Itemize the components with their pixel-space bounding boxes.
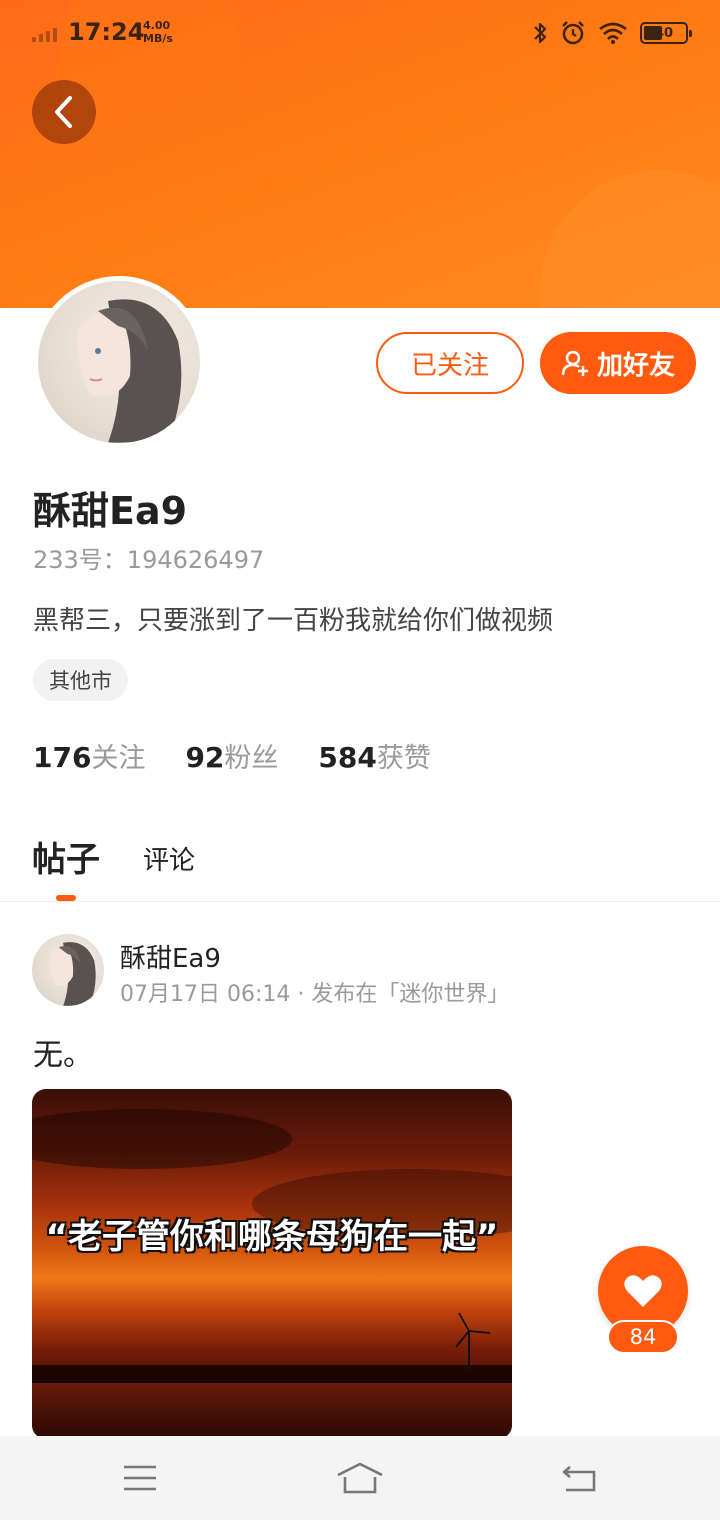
like-count: 84	[607, 1320, 679, 1354]
profile-user-id: 233号：194626497	[33, 546, 265, 574]
home-button[interactable]	[336, 1456, 384, 1500]
battery-icon: 40	[640, 22, 692, 44]
home-icon	[337, 1462, 383, 1494]
heart-icon	[624, 1275, 662, 1307]
following-button-label: 已关注	[410, 350, 489, 381]
add-user-icon	[561, 350, 588, 376]
active-tab-indicator	[56, 895, 76, 901]
stat-likes[interactable]: 584 获赞	[318, 736, 430, 775]
post-author-avatar[interactable]	[32, 934, 104, 1006]
wind-turbine-graphic	[455, 1312, 491, 1369]
add-friend-button[interactable]: 加好友	[540, 332, 696, 394]
profile-bio: 黑帮三，只要涨到了一百粉我就给你们做视频	[33, 606, 554, 636]
post-text: 无。	[33, 1038, 93, 1073]
add-friend-label: 加好友	[596, 350, 675, 381]
post-author-name[interactable]: 酥甜Ea9	[120, 938, 221, 975]
signal-icon	[32, 28, 57, 42]
tab-posts[interactable]: 帖子	[32, 832, 100, 881]
battery-level: 40	[654, 25, 674, 41]
menu-icon	[124, 1465, 156, 1491]
back-nav-button[interactable]	[556, 1456, 604, 1500]
bluetooth-icon	[534, 22, 547, 44]
profile-username: 酥甜Ea9	[33, 489, 188, 533]
profile-tabs: 帖子 评论	[0, 820, 720, 902]
alarm-icon	[562, 21, 584, 45]
post-image-caption: “老子管你和哪条母狗在一起”	[45, 1217, 499, 1257]
status-bar: 17:24 4.00 MB/s 40	[0, 0, 720, 64]
post-image[interactable]: “老子管你和哪条母狗在一起”	[32, 1089, 512, 1439]
wifi-icon	[599, 22, 627, 44]
tab-comments[interactable]: 评论	[143, 840, 195, 877]
stat-followers[interactable]: 92 粉丝	[185, 736, 278, 775]
network-speed: 4.00 MB/s	[143, 19, 173, 45]
back-button[interactable]	[32, 80, 96, 144]
following-button[interactable]: 已关注	[376, 332, 524, 394]
status-time: 17:24	[68, 18, 145, 46]
system-navigation-bar	[0, 1436, 720, 1520]
chevron-left-icon	[55, 96, 72, 128]
back-arrow-icon	[562, 1466, 596, 1492]
menu-button[interactable]	[116, 1456, 164, 1500]
location-tag[interactable]: 其他市	[33, 659, 128, 701]
profile-stats: 176 关注 92 粉丝 584 获赞	[33, 736, 431, 775]
post-meta: 07月17日 06:14 · 发布在「迷你世界」	[120, 982, 510, 1007]
stat-following[interactable]: 176 关注	[33, 736, 145, 775]
profile-avatar[interactable]	[33, 276, 205, 448]
